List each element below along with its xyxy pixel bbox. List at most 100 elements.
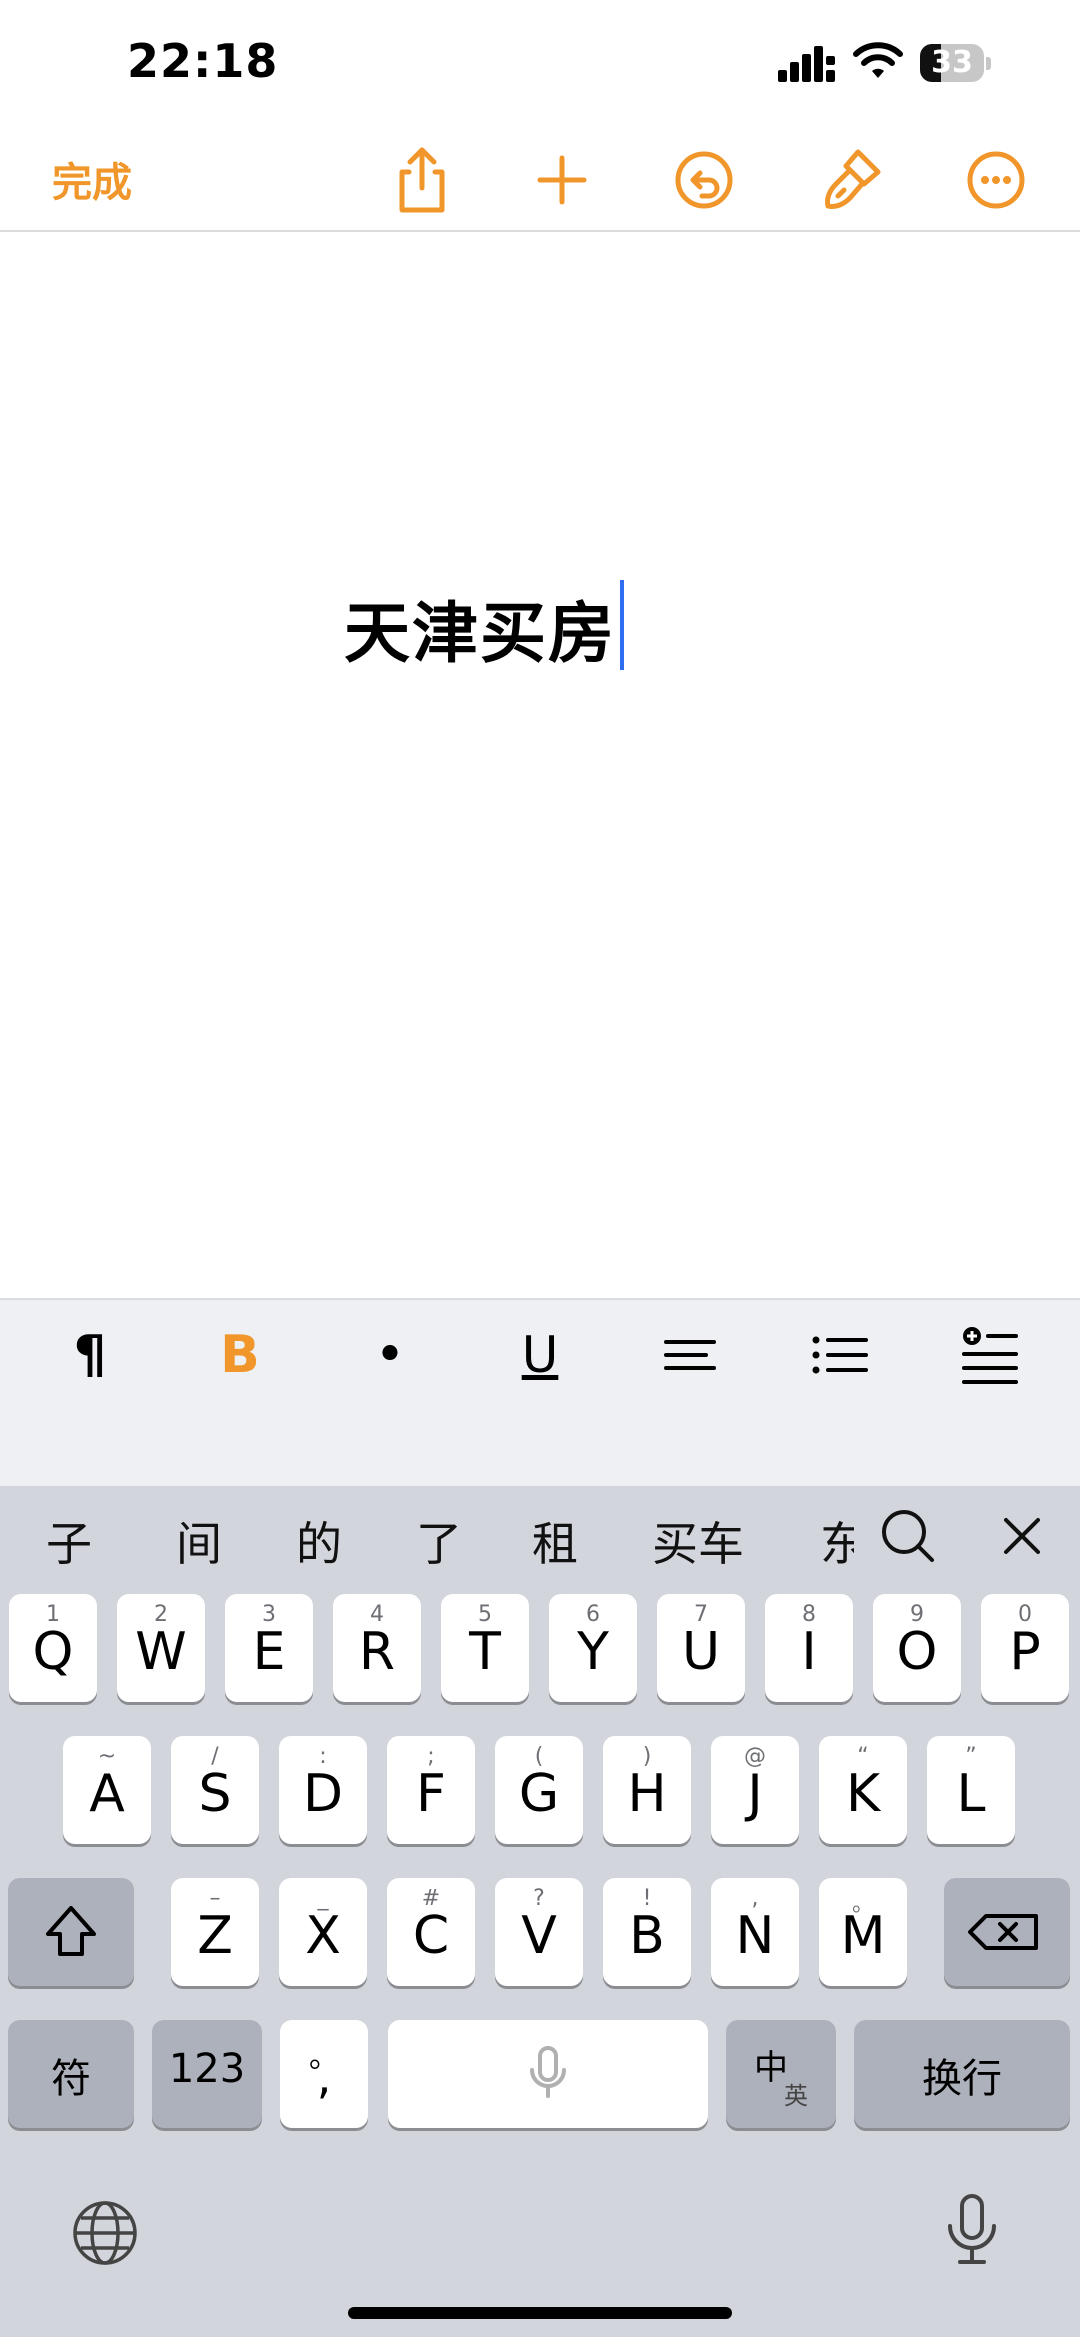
key-c[interactable]: # C <box>387 1878 475 1986</box>
candidate[interactable]: 租 <box>532 1508 578 1574</box>
punctuation-key[interactable]: 。 , <box>280 2020 368 2128</box>
key-label: P <box>1009 1622 1041 1682</box>
key-t[interactable]: 5T <box>441 1594 529 1702</box>
microphone-icon <box>530 2046 566 2098</box>
insert-text-icon[interactable] <box>950 1318 1030 1392</box>
key-n[interactable]: ,N <box>711 1878 799 1986</box>
key-label: I <box>801 1622 817 1682</box>
return-key[interactable]: 换行 <box>854 2020 1070 2128</box>
add-icon[interactable] <box>522 140 602 220</box>
share-icon[interactable] <box>382 140 462 220</box>
key-label: G <box>518 1764 560 1824</box>
key-h[interactable]: ) H <box>603 1736 691 1844</box>
candidate[interactable]: 了 <box>416 1508 462 1574</box>
key-j[interactable]: @ J <box>711 1736 799 1844</box>
candidate[interactable]: 间 <box>176 1508 222 1574</box>
key-label: J <box>747 1764 763 1824</box>
key-q[interactable]: 1Q <box>9 1594 97 1702</box>
symbol-key[interactable]: 符 <box>8 2020 134 2128</box>
key-l[interactable]: ” L <box>927 1736 1015 1844</box>
key-label: C <box>412 1906 450 1966</box>
align-left-icon[interactable] <box>650 1318 730 1392</box>
wifi-icon <box>853 42 903 78</box>
key-label: Z <box>197 1906 233 1966</box>
key-d[interactable]: :D <box>279 1736 367 1844</box>
key-label: H <box>627 1764 667 1824</box>
key-f[interactable]: ; F <box>387 1736 475 1844</box>
candidate[interactable]: 东 <box>820 1508 854 1574</box>
done-button[interactable]: 完成 <box>52 150 132 208</box>
key-b[interactable]: ! B <box>603 1878 691 1986</box>
key-label: Y <box>577 1622 609 1682</box>
key-a[interactable]: ~ A <box>63 1736 151 1844</box>
key-label: D <box>302 1764 344 1824</box>
key-m[interactable]: 。 M <box>819 1878 907 1986</box>
key-i[interactable]: 8I <box>765 1594 853 1702</box>
key-x[interactable]: _ X <box>279 1878 367 1986</box>
key-s[interactable]: / S <box>171 1736 259 1844</box>
key-label: F <box>416 1764 446 1824</box>
list-icon[interactable] <box>800 1318 880 1392</box>
key-label: K <box>845 1764 881 1824</box>
home-indicator <box>348 2307 732 2319</box>
key-label: B <box>629 1906 665 1966</box>
key-g[interactable]: (G <box>495 1736 583 1844</box>
text-caret <box>620 580 624 670</box>
more-icon[interactable] <box>956 140 1036 220</box>
format-brush-icon[interactable] <box>812 140 892 220</box>
shift-key[interactable] <box>8 1878 134 1986</box>
key-label: L <box>956 1764 986 1824</box>
note-title-text: 天津买房 <box>344 595 616 672</box>
key-label: Q <box>32 1622 74 1682</box>
key-label: N <box>735 1906 775 1966</box>
close-icon[interactable] <box>992 1506 1052 1566</box>
key-u[interactable]: 7U <box>657 1594 745 1702</box>
keyboard-banner <box>0 1408 1080 1576</box>
number-key[interactable]: 123 <box>152 2020 262 2128</box>
space-key[interactable] <box>388 2020 708 2128</box>
dictation-microphone-icon[interactable] <box>942 2190 1002 2270</box>
key-y[interactable]: 6Y <box>549 1594 637 1702</box>
key-label: U <box>681 1622 721 1682</box>
backspace-key[interactable] <box>944 1878 1070 1986</box>
format-bar: ¶ B • U <box>0 1298 1080 1410</box>
key-v[interactable]: ? V <box>495 1878 583 1986</box>
candidate[interactable]: 的 <box>296 1508 342 1574</box>
battery-level: 33 <box>931 45 973 80</box>
key-r[interactable]: 4R <box>333 1594 421 1702</box>
notes-toolbar: 完成 <box>0 130 1080 232</box>
search-icon[interactable] <box>878 1506 938 1566</box>
key-label: W <box>135 1622 187 1682</box>
bold-button[interactable]: B <box>200 1318 280 1392</box>
status-time: 22:18 <box>127 34 279 88</box>
paragraph-style-button[interactable]: ¶ <box>50 1318 130 1392</box>
key-o[interactable]: 9O <box>873 1594 961 1702</box>
key-label: A <box>89 1764 125 1824</box>
key-label: E <box>252 1622 286 1682</box>
key-label: T <box>469 1622 501 1682</box>
key-z[interactable]: – Z <box>171 1878 259 1986</box>
underline-button[interactable]: U <box>500 1318 580 1392</box>
cellular-signal-icon <box>778 46 835 82</box>
key-w[interactable]: 2W <box>117 1594 205 1702</box>
key-label: V <box>521 1906 557 1966</box>
note-title[interactable]: 天津买房 <box>344 580 624 676</box>
undo-icon[interactable] <box>664 140 744 220</box>
key-label: X <box>305 1906 341 1966</box>
candidate-bar: 子 间 的 了 租 买车 东 <box>0 1486 1080 1596</box>
language-switch-key[interactable]: 中 英 <box>726 2020 836 2128</box>
key-p[interactable]: 0P <box>981 1594 1069 1702</box>
key-label: S <box>198 1764 232 1824</box>
keyboard: ¶ B • U 子 间 的 了 租 买车 东 1 Q 2 W 3 E 4 R 5… <box>0 1298 1080 2337</box>
candidate[interactable]: 子 <box>46 1508 92 1574</box>
key-k[interactable]: “K <box>819 1736 907 1844</box>
key-label: M <box>840 1906 886 1966</box>
key-label: O <box>896 1622 938 1682</box>
key-label: R <box>358 1622 396 1682</box>
battery-indicator: 33 <box>920 44 991 82</box>
key-e[interactable]: 3E <box>225 1594 313 1702</box>
status-bar: 22:18 33 <box>0 0 1080 130</box>
globe-icon[interactable] <box>70 2198 140 2268</box>
candidate[interactable]: 买车 <box>652 1508 744 1574</box>
bullet-dot-button[interactable]: • <box>350 1318 430 1392</box>
